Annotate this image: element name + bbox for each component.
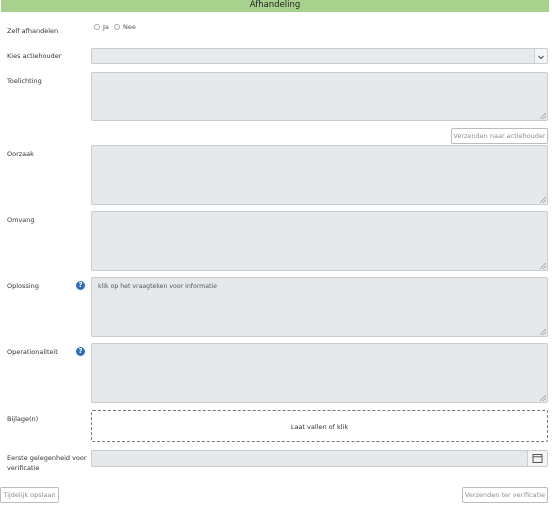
radio-nee[interactable]: Nee	[114, 23, 136, 31]
actionholder-select[interactable]	[91, 48, 548, 64]
scope-label: Omvang	[7, 216, 35, 224]
question-circle-icon[interactable]: ?	[76, 347, 85, 356]
actionholder-label: Kies actiehouder	[7, 52, 62, 60]
cause-textarea[interactable]	[91, 145, 548, 205]
chevron-down-icon[interactable]	[534, 49, 547, 63]
send-to-actionholder-button[interactable]: Verzenden naar actiehouder	[451, 128, 548, 144]
resize-handle-icon[interactable]	[540, 263, 546, 269]
self-handle-label: Zelf afhandelen	[7, 27, 59, 35]
radio-ja[interactable]: Ja	[94, 23, 109, 31]
first-verification-label: Eerste gelegenheid voor verificatie	[7, 454, 87, 472]
explanation-label: Toelichting	[7, 77, 42, 85]
cause-label: Oorzaak	[7, 150, 34, 158]
resize-handle-icon[interactable]	[540, 113, 546, 119]
radio-ja-circle[interactable]	[94, 24, 100, 30]
solution-textarea[interactable]: klik op het vraagteken voor informatie	[91, 277, 548, 337]
first-verification-date-input[interactable]	[91, 450, 548, 467]
operationality-textarea[interactable]	[91, 343, 548, 403]
section-header: Afhandeling	[1, 0, 549, 12]
calendar-icon[interactable]	[527, 451, 547, 466]
radio-nee-label: Nee	[123, 23, 136, 31]
solution-label: Oplossing	[7, 282, 39, 290]
radio-nee-circle[interactable]	[114, 24, 120, 30]
explanation-textarea[interactable]	[91, 72, 548, 121]
solution-placeholder: klik op het vraagteken voor informatie	[98, 283, 217, 290]
resize-handle-icon[interactable]	[540, 395, 546, 401]
attachments-dropzone[interactable]: Laat vallen of klik	[91, 410, 548, 442]
radio-ja-label: Ja	[103, 23, 109, 31]
resize-handle-icon[interactable]	[540, 197, 546, 203]
operationality-label: Operationaliteit	[7, 348, 58, 356]
attachments-label: Bijlage(n)	[7, 415, 39, 423]
resize-handle-icon[interactable]	[540, 329, 546, 335]
save-temporarily-button[interactable]: Tijdelijk opslaan	[0, 487, 59, 503]
send-for-verification-button[interactable]: Verzenden ter verificatie	[462, 487, 548, 503]
scope-textarea[interactable]	[91, 211, 548, 271]
question-circle-icon[interactable]: ?	[76, 281, 85, 290]
